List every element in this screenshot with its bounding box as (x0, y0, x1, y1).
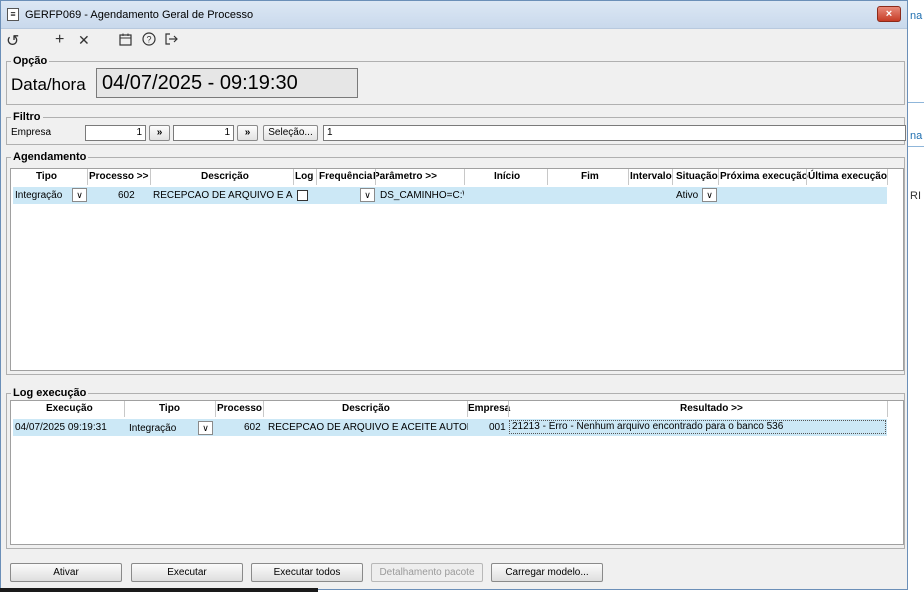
agendamento-grid: Tipo Processo >> Descrição Log Frequênci… (10, 168, 904, 371)
column-divider (375, 169, 376, 185)
col-header-proxima[interactable]: Próxima execução (720, 171, 808, 182)
undo-icon[interactable]: ↺ (6, 31, 19, 51)
cell-descricao: RECEPCAO DE ARQUIVO E ACEI (153, 190, 293, 201)
column-divider (628, 169, 629, 185)
cell-descricao: RECEPCAO DE ARQUIVO E ACEITE AUTOMAT (268, 422, 468, 433)
selecao-button[interactable]: Seleção... (263, 125, 318, 141)
column-divider (672, 169, 673, 185)
tipo-dropdown-icon[interactable]: ∨ (198, 421, 213, 435)
log-grid: Execução Tipo Processo Descrição Empresa… (10, 400, 904, 545)
detalhamento-pacote-button: Detalhamento pacote (371, 563, 483, 582)
column-divider (263, 401, 264, 417)
column-divider (464, 169, 465, 185)
col-header-processo[interactable]: Processo >> (89, 171, 148, 182)
background-text: na (910, 10, 923, 22)
carregar-modelo-button[interactable]: Carregar modelo... (491, 563, 603, 582)
datahora-label: Data/hora (11, 75, 86, 94)
datahora-field: 04/07/2025 - 09:19:30 (96, 68, 358, 98)
col-header-descricao[interactable]: Descrição (342, 403, 390, 414)
column-divider (718, 169, 719, 185)
cell-processo: 602 (118, 190, 135, 201)
filtro-legend: Filtro (13, 111, 41, 123)
table-row[interactable]: 04/07/2025 09:19:31 Integração ∨ 602 REC… (13, 419, 887, 436)
empresa-from-next-button[interactable]: » (149, 125, 170, 141)
cell-tipo: Integração (129, 423, 177, 434)
column-divider (150, 169, 151, 185)
executar-button[interactable]: Executar (131, 563, 243, 582)
column-divider (215, 401, 216, 417)
close-button[interactable]: × (877, 6, 901, 22)
help-icon[interactable]: ? (142, 32, 156, 51)
agendamento-legend: Agendamento (13, 151, 87, 163)
title-bar: ≡ GERFP069 - Agendamento Geral de Proces… (1, 1, 907, 29)
col-header-inicio[interactable]: Início (494, 171, 520, 182)
exit-icon[interactable] (164, 32, 179, 51)
col-header-descricao[interactable]: Descrição (201, 171, 249, 182)
col-header-resultado[interactable]: Resultado >> (680, 403, 743, 414)
col-header-tipo[interactable]: Tipo (159, 403, 180, 414)
ativar-button[interactable]: Ativar (10, 563, 122, 582)
col-header-fim[interactable]: Fim (581, 171, 599, 182)
column-divider (508, 401, 509, 417)
column-divider (467, 401, 468, 417)
col-header-empresa[interactable]: Empresa (468, 403, 510, 414)
taskbar-edge (0, 588, 318, 592)
background-window: na na RI (908, 0, 924, 592)
empresa-label: Empresa (11, 127, 52, 138)
window-title: GERFP069 - Agendamento Geral de Processo (25, 9, 254, 21)
calendar-icon[interactable] (119, 33, 132, 49)
svg-text:?: ? (146, 35, 151, 45)
column-divider (293, 169, 294, 185)
col-header-situacao[interactable]: Situação (676, 171, 718, 182)
toolbar: ↺ + ✕ ? (1, 29, 907, 53)
frequencia-dropdown-icon[interactable]: ∨ (360, 188, 375, 202)
tipo-dropdown-icon[interactable]: ∨ (72, 188, 87, 202)
executar-todos-button[interactable]: Executar todos (251, 563, 363, 582)
cell-processo: 602 (244, 422, 261, 433)
situacao-dropdown-icon[interactable]: ∨ (702, 188, 717, 202)
cell-empresa: 001 (489, 422, 506, 433)
column-divider (887, 401, 888, 417)
column-divider (124, 401, 125, 417)
app-icon: ≡ (7, 8, 19, 21)
col-header-execucao[interactable]: Execução (46, 403, 93, 414)
empresa-to-input[interactable]: 1 (173, 125, 234, 141)
col-header-intervalo[interactable]: Intervalo (630, 171, 672, 182)
opcao-legend: Opção (13, 55, 48, 67)
col-header-tipo[interactable]: Tipo (36, 171, 57, 182)
col-header-log[interactable]: Log (295, 171, 313, 182)
table-row[interactable]: Integração ∨ 602 RECEPCAO DE ARQUIVO E A… (13, 187, 887, 204)
main-window: ≡ GERFP069 - Agendamento Geral de Proces… (0, 0, 908, 590)
col-header-parametro[interactable]: Parâmetro >> (373, 171, 437, 182)
empresa-from-input[interactable]: 1 (85, 125, 146, 141)
cell-resultado: 21213 - Erro - Nenhum arquivo encontrado… (512, 421, 784, 432)
column-divider (806, 169, 807, 185)
col-header-ultima[interactable]: Última execução (808, 171, 887, 182)
background-line (908, 102, 924, 103)
column-divider (87, 169, 88, 185)
column-divider (547, 169, 548, 185)
remove-icon[interactable]: ✕ (78, 32, 90, 49)
col-header-frequencia[interactable]: Frequência (319, 171, 372, 182)
cell-execucao: 04/07/2025 09:19:31 (15, 422, 107, 433)
column-divider (887, 169, 888, 185)
add-icon[interactable]: + (55, 31, 64, 49)
log-checkbox[interactable] (297, 190, 308, 201)
column-divider (316, 169, 317, 185)
cell-tipo: Integração (15, 190, 63, 201)
empresa-to-next-button[interactable]: » (237, 125, 258, 141)
selecao-input[interactable]: 1 (323, 125, 906, 141)
cell-parametro: DS_CAMINHO=C:\A (380, 190, 464, 201)
log-legend: Log execução (13, 387, 87, 399)
background-line (908, 146, 924, 147)
background-text: na (910, 130, 923, 142)
cell-situacao: Ativo (676, 190, 699, 201)
background-text: RI (910, 190, 921, 202)
col-header-processo[interactable]: Processo (217, 403, 262, 414)
